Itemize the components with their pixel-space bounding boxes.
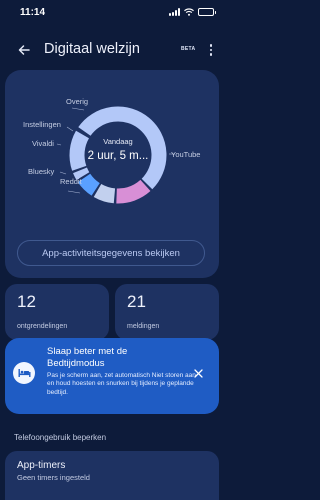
signal-icon xyxy=(169,8,180,16)
app-timers-title: App-timers xyxy=(17,460,66,471)
donut-segment-instellingen xyxy=(73,167,90,180)
donut-segment-reddit xyxy=(116,179,151,204)
segment-label-vivaldi: Vivaldi xyxy=(32,139,54,148)
segment-label-reddit: Reddit xyxy=(60,177,82,186)
donut-segment-overig xyxy=(69,130,90,171)
notifications-label: meldingen xyxy=(127,323,160,330)
segment-label-instellingen: Instellingen xyxy=(23,120,61,129)
bedtime-card-title: Slaap beter met de Bedtijdmodus xyxy=(47,346,128,369)
donut-center-value: 2 uur, 5 m... xyxy=(87,150,149,162)
app-bar: Digitaal welzijn BETA xyxy=(0,38,224,64)
wifi-icon xyxy=(184,8,194,16)
view-app-activity-button[interactable]: App-activiteitsgegevens bekijken xyxy=(17,240,205,266)
status-bar: 11:14 xyxy=(0,0,224,22)
section-title-limit-usage: Telefoongebruik beperken xyxy=(14,433,107,442)
notifications-value: 21 xyxy=(127,292,146,311)
unlocks-value: 12 xyxy=(17,292,36,311)
back-button[interactable] xyxy=(14,40,34,60)
usage-overview-card: Overig Instellingen Vivaldi Bluesky Redd… xyxy=(5,70,219,278)
segment-label-overig: Overig xyxy=(66,97,89,106)
status-time: 11:14 xyxy=(20,7,46,18)
app-timers-item[interactable]: App-timers Geen timers ingesteld xyxy=(5,451,219,500)
more-vert-icon xyxy=(209,44,213,47)
notifications-card[interactable]: 21 meldingen xyxy=(115,284,219,340)
bedtime-mode-card[interactable]: Slaap beter met de Bedtijdmodus Pas je s… xyxy=(5,338,219,414)
bedtime-card-description: Pas je scherm aan, zet automatisch Niet … xyxy=(47,372,196,396)
close-icon xyxy=(193,368,203,378)
segment-label-youtube: YouTube xyxy=(171,150,201,159)
arrow-back-icon xyxy=(18,45,30,55)
app-timers-subtitle: Geen timers ingesteld xyxy=(17,473,90,482)
donut-segment-bluesky xyxy=(93,183,116,204)
unlocks-card[interactable]: 12 ontgrendelingen xyxy=(5,284,109,340)
beta-badge: BETA xyxy=(181,46,196,52)
battery-icon xyxy=(198,8,216,16)
bed-icon xyxy=(13,362,35,384)
unlocks-label: ontgrendelingen xyxy=(17,323,68,330)
donut-center-caption: Vandaag xyxy=(103,137,133,146)
page-title: Digitaal welzijn xyxy=(44,41,140,57)
dismiss-bedtime-card-button[interactable] xyxy=(190,365,206,381)
donut-segment-youtube xyxy=(78,106,167,190)
donut-segment-vivaldi xyxy=(77,173,101,196)
segment-label-bluesky: Bluesky xyxy=(28,167,55,176)
more-options-button[interactable] xyxy=(205,41,217,59)
status-icons xyxy=(169,8,216,16)
